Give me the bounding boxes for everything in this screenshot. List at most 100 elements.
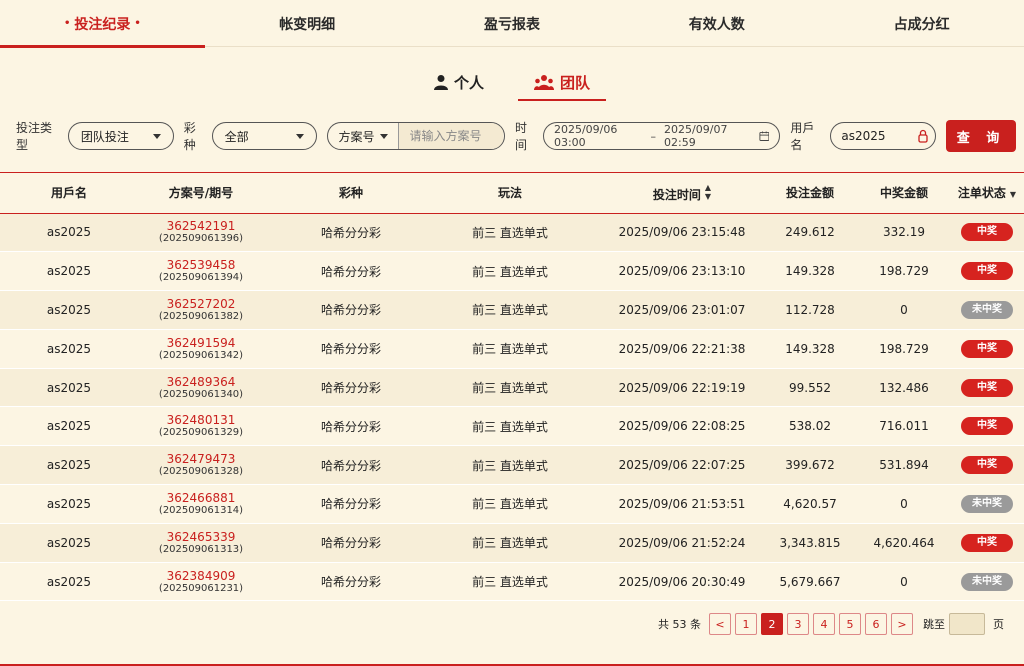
table-row: as2025 362542191 (202509061396) 哈希分分彩 前三 直选单…	[0, 213, 1024, 253]
cell-bet-amount: 5,679.667	[762, 562, 858, 602]
tab-personal-label: 个人	[453, 73, 484, 92]
caret-down-icon	[380, 133, 389, 139]
table-row: as2025 362527202 (202509061382) 哈希分分彩 前三 直选单…	[0, 290, 1024, 330]
table-row: as2025 362491594 (202509061342) 哈希分分彩 前三 直选单…	[0, 329, 1024, 369]
plan-number-link[interactable]: 362539458	[118, 258, 284, 272]
cell-lottery: 哈希分分彩	[284, 213, 418, 253]
cell-win-amount: 0	[858, 562, 950, 602]
period-number: (202509061231)	[158, 582, 244, 594]
cell-username: as2025	[0, 484, 118, 524]
cell-username: as2025	[0, 251, 118, 292]
cell-bet-amount: 249.612	[762, 213, 858, 253]
plan-number-link[interactable]: 362480131	[118, 413, 284, 427]
bet-type-label: 投注类型	[16, 121, 53, 152]
tab-account-changes[interactable]: 帐变明细	[205, 0, 410, 47]
cell-status: 未中奖	[950, 484, 1024, 524]
plan-number-link[interactable]: 362465339	[118, 530, 284, 544]
header-status[interactable]: 注单状态 ▼	[950, 173, 1024, 214]
page-button[interactable]: 4	[813, 613, 835, 635]
plan-number-input[interactable]	[399, 123, 504, 149]
tab-label: 有效人数	[688, 16, 745, 33]
caret-down-icon	[296, 133, 305, 139]
cell-bet-amount: 399.672	[762, 445, 858, 486]
cell-bet-amount: 4,620.57	[762, 484, 858, 524]
cell-username: as2025	[0, 329, 118, 369]
cell-win-amount: 4,620.464	[858, 523, 950, 563]
cell-status: 中奖	[950, 445, 1024, 486]
cell-bet-amount: 112.728	[762, 290, 858, 330]
page-button[interactable]: 5	[839, 613, 861, 635]
lottery-value: 全部	[224, 129, 249, 144]
page-button[interactable]: 3	[787, 613, 809, 635]
tab-personal[interactable]: 个人	[418, 65, 500, 99]
status-badge: 未中奖	[961, 494, 1013, 513]
jump-page-input[interactable]	[949, 613, 985, 635]
period-number: (202509061394)	[158, 272, 244, 284]
table-row: as2025 362479473 (202509061328) 哈希分分彩 前三 直选单…	[0, 445, 1024, 486]
next-page-button[interactable]: >	[891, 613, 913, 635]
username-input[interactable]	[841, 129, 912, 143]
cell-win-amount: 531.894	[858, 445, 950, 486]
cell-username: as2025	[0, 445, 118, 486]
cell-lottery: 哈希分分彩	[284, 368, 418, 408]
header-bet-amount: 投注金额	[762, 173, 858, 214]
tab-team[interactable]: 团队	[518, 65, 607, 101]
page-button[interactable]: 6	[865, 613, 887, 635]
lock-icon	[918, 129, 928, 143]
filter-bar: 投注类型 团队投注 彩种 全部 方案号 时间 2025/09/06 03:00 …	[16, 120, 1016, 152]
cell-bet-amount: 149.328	[762, 329, 858, 369]
cell-win-amount: 198.729	[858, 329, 950, 369]
cell-status: 中奖	[950, 368, 1024, 408]
cell-win-amount: 332.19	[858, 213, 950, 253]
date-range-picker[interactable]: 2025/09/06 03:00 – 2025/09/07 02:59	[542, 122, 781, 150]
plan-type-select[interactable]: 方案号	[328, 123, 400, 149]
page-button[interactable]: 1	[735, 613, 757, 635]
query-button[interactable]: 查 询	[946, 120, 1016, 152]
cell-plan-period: 362466881 (202509061314)	[118, 484, 284, 524]
cell-bet-time: 2025/09/06 23:15:48	[602, 213, 762, 253]
cell-username: as2025	[0, 213, 118, 253]
plan-number-link[interactable]: 362527202	[118, 297, 284, 311]
header-play-type: 玩法	[418, 173, 602, 214]
prev-page-button[interactable]: <	[709, 613, 731, 635]
period-number: (202509061313)	[158, 543, 244, 555]
calendar-icon	[759, 131, 769, 141]
plan-number-link[interactable]: 362479473	[118, 452, 284, 466]
cell-bet-time: 2025/09/06 21:53:51	[602, 484, 762, 524]
status-badge: 中奖	[961, 417, 1013, 436]
top-nav: • 投注纪录 • 帐变明细 盈亏报表 有效人数 占成分红	[0, 0, 1024, 48]
plan-number-link[interactable]: 362466881	[118, 491, 284, 505]
cell-bet-time: 2025/09/06 22:19:19	[602, 368, 762, 408]
tab-active-users[interactable]: 有效人数	[614, 0, 819, 47]
page-button-current[interactable]: 2	[761, 613, 783, 635]
cell-play-type: 前三 直选单式	[418, 523, 602, 563]
sort-icon: ▲ ▼	[704, 182, 712, 201]
filter-icon: ▼	[1009, 190, 1017, 200]
plan-type-value: 方案号	[338, 129, 375, 144]
pagination: 共 53 条 < 1 2 3 4 5 6 > 跳至 页	[658, 613, 1004, 635]
cell-status: 中奖	[950, 329, 1024, 369]
cell-play-type: 前三 直选单式	[418, 484, 602, 524]
header-plan-period: 方案号/期号	[118, 173, 284, 214]
period-number: (202509061329)	[158, 427, 244, 439]
plan-number-link[interactable]: 362542191	[118, 219, 284, 233]
plan-number-link[interactable]: 362489364	[118, 375, 284, 389]
cell-lottery: 哈希分分彩	[284, 484, 418, 524]
tab-dividends[interactable]: 占成分红	[819, 0, 1024, 47]
total-count: 共 53 条	[658, 618, 701, 631]
cell-play-type: 前三 直选单式	[418, 445, 602, 486]
bet-type-select[interactable]: 团队投注	[67, 122, 174, 150]
period-number: (202509061396)	[158, 233, 244, 245]
tab-bet-records[interactable]: • 投注纪录 •	[0, 0, 205, 48]
cell-status: 中奖	[950, 406, 1024, 447]
tab-profit-report[interactable]: 盈亏报表	[410, 0, 615, 47]
plan-number-link[interactable]: 362384909	[118, 569, 284, 583]
cell-bet-time: 2025/09/06 20:30:49	[602, 562, 762, 602]
lottery-select[interactable]: 全部	[211, 122, 318, 150]
cell-play-type: 前三 直选单式	[418, 329, 602, 369]
cell-plan-period: 362527202 (202509061382)	[118, 290, 284, 330]
cell-plan-period: 362539458 (202509061394)	[118, 251, 284, 292]
header-bet-time[interactable]: 投注时间▲ ▼	[602, 173, 762, 214]
period-number: (202509061328)	[158, 466, 244, 478]
plan-number-link[interactable]: 362491594	[118, 336, 284, 350]
